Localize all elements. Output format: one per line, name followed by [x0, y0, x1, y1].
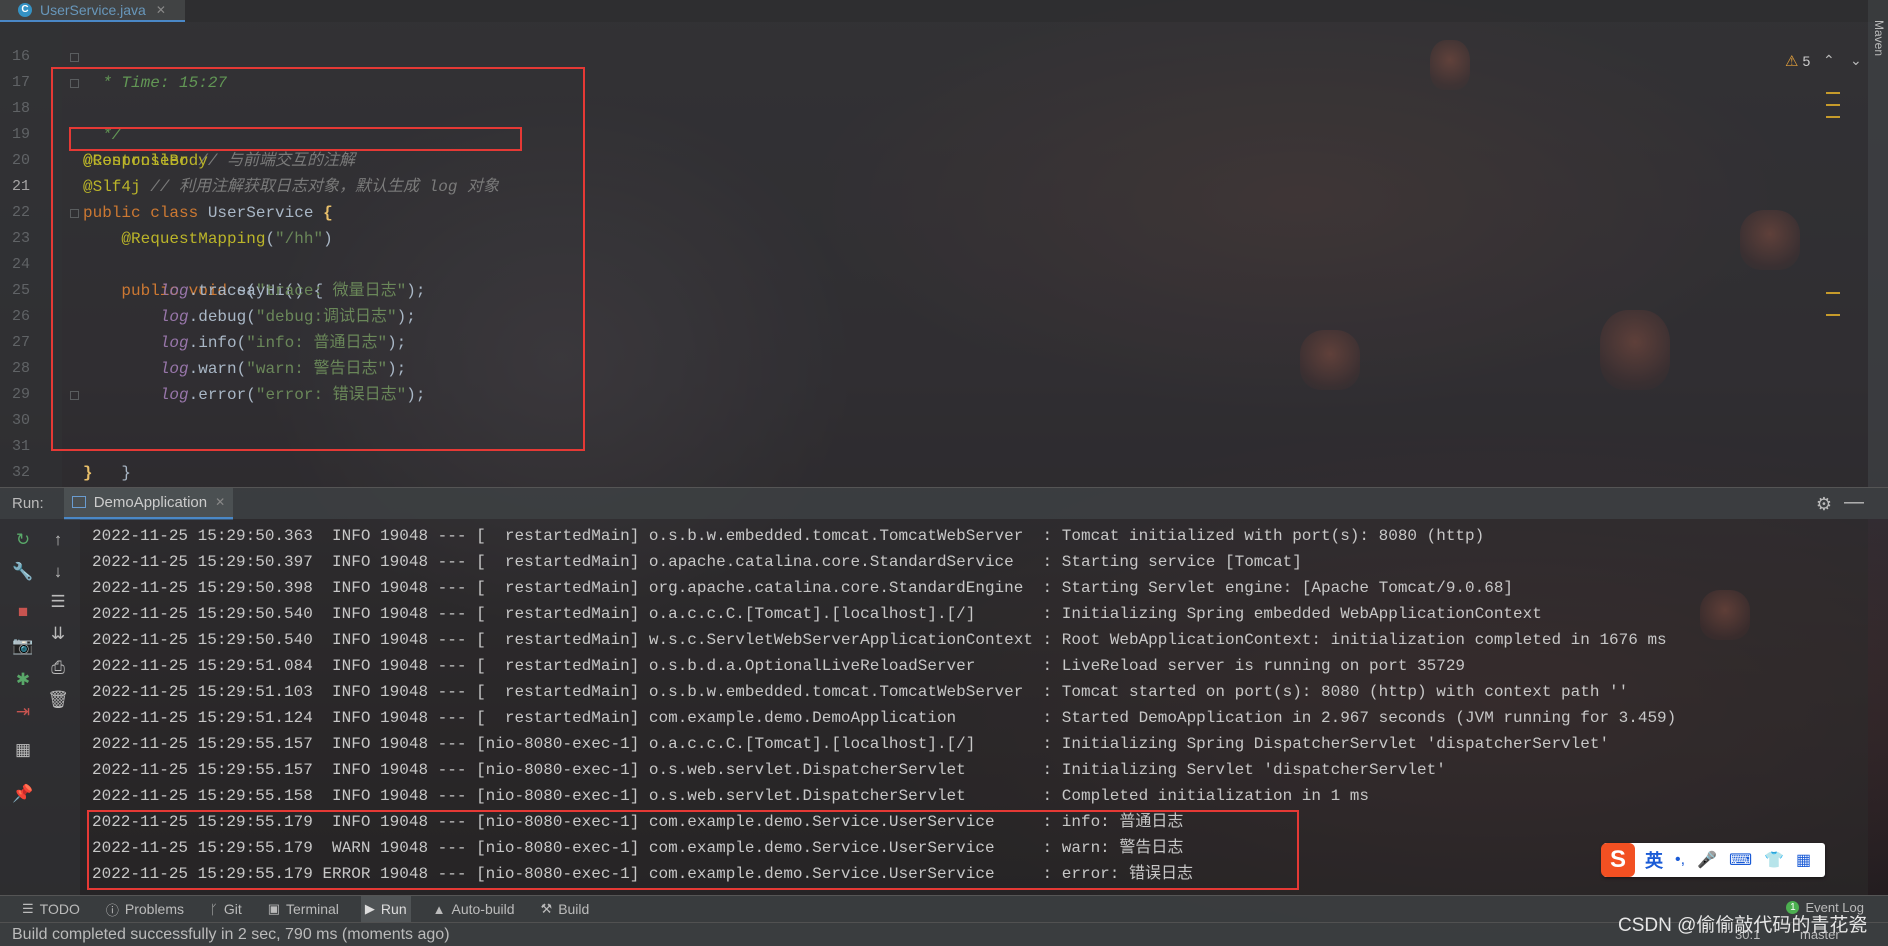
editor-tab-label: UserService.java [40, 2, 146, 18]
highlight-box-log-output [87, 810, 1299, 890]
exit-icon[interactable]: ⇥ [12, 701, 34, 723]
tool-label: Build [558, 901, 590, 917]
scroll-marker[interactable] [1826, 314, 1840, 316]
console-line: 2022-11-25 15:29:50.540 INFO 19048 --- [… [92, 631, 1667, 649]
stop-icon[interactable]: ■ [12, 601, 34, 623]
warning-icon: ▲ [432, 901, 446, 917]
scroll-to-end-icon[interactable]: ⇊ [47, 623, 69, 645]
highlight-box-class [51, 67, 585, 451]
close-icon[interactable]: ✕ [156, 3, 166, 17]
scroll-marker[interactable] [1826, 116, 1840, 118]
maven-tool-button[interactable]: Maven [1872, 20, 1886, 56]
scroll-marker[interactable] [1826, 92, 1840, 94]
console-line: 2022-11-25 15:29:51.124 INFO 19048 --- [… [92, 709, 1677, 727]
tool-window-strip: ☰ TODO ⓘ Problems ᚴ Git ▣ Terminal ▶ Run ▲ Aut… [0, 895, 1888, 923]
console-line: 2022-11-25 15:29:51.084 INFO 19048 --- [… [92, 657, 1466, 675]
warning-count: 5 [1802, 53, 1811, 69]
grid-icon[interactable]: ▦ [1796, 850, 1811, 870]
tool-todo[interactable]: ☰ TODO [18, 896, 84, 923]
run-console[interactable]: 2022-11-25 15:29:50.363 INFO 19048 --- [… [80, 519, 1868, 895]
tool-build[interactable]: ⚒ Build [537, 896, 594, 923]
tool-label: Terminal [286, 901, 339, 917]
brace: } [121, 464, 132, 482]
status-bar: Build completed successfully in 2 sec, 7… [0, 922, 1888, 946]
branch-icon: ᚴ [210, 901, 218, 917]
tool-auto-build[interactable]: ▲ Auto-build [429, 896, 519, 923]
java-class-icon: C [18, 3, 32, 17]
line-number: 32 [11, 464, 30, 481]
tool-label: Problems [124, 901, 185, 917]
status-message[interactable]: Build completed successfully in 2 sec, 7… [12, 926, 450, 944]
info-icon: ⓘ [105, 902, 119, 918]
chevron-down-icon[interactable]: ⌄ [1850, 52, 1862, 69]
play-icon: ▶ [364, 901, 375, 916]
terminal-icon: ▣ [267, 901, 281, 916]
run-label: Run: [12, 495, 44, 512]
tool-label: Auto-build [451, 901, 515, 917]
run-tab-label: DemoApplication [93, 493, 208, 511]
brace: } [83, 464, 93, 482]
print-icon[interactable]: ⎙ [47, 657, 69, 679]
console-line: 2022-11-25 15:29:50.540 INFO 19048 --- [… [92, 605, 1542, 623]
scroll-marker[interactable] [1826, 104, 1840, 106]
console-line: 2022-11-25 15:29:55.158 INFO 19048 --- [… [92, 787, 1370, 805]
run-side-toolbar: ↻ ↑ 🔧 ↓ ☰ ■ ⇊ 📷 ⎙ ✱ 🗑 ⇥ ▦ 📌 [0, 519, 80, 895]
warning-icon: ⚠ [1785, 53, 1799, 70]
warning-indicator[interactable]: ⚠ 5 [1785, 52, 1810, 70]
tool-label: TODO [39, 901, 80, 917]
scroll-marker[interactable] [1826, 292, 1840, 294]
ime-toolbar[interactable]: S 英 •, 🎤 ⌨ 👕 ▦ [1601, 843, 1825, 877]
tool-problems[interactable]: ⓘ Problems [102, 896, 188, 923]
pin-icon[interactable]: 📌 [12, 783, 34, 805]
camera-icon[interactable]: 📷 [12, 635, 34, 657]
keyboard-icon[interactable]: ⌨ [1729, 850, 1752, 870]
tool-terminal[interactable]: ▣ Terminal [264, 896, 343, 923]
run-tab-demoapplication[interactable]: DemoApplication ✕ [63, 487, 234, 520]
run-tool-window-header: Run: DemoApplication ✕ ⚙ — [0, 487, 1888, 520]
gear-icon[interactable]: ⚙ [1816, 494, 1832, 515]
close-icon[interactable]: ✕ [215, 495, 225, 509]
console-line: 2022-11-25 15:29:50.363 INFO 19048 --- [… [92, 527, 1485, 545]
punctuation-icon[interactable]: •, [1675, 851, 1685, 869]
tool-run[interactable]: ▶ Run [360, 895, 411, 923]
application-icon [71, 496, 86, 508]
soft-wrap-icon[interactable]: ☰ [47, 591, 69, 613]
console-line: 2022-11-25 15:29:55.157 INFO 19048 --- [… [92, 761, 1446, 779]
ime-language-toggle[interactable]: 英 [1645, 847, 1663, 873]
wrench-icon[interactable]: 🔧 [12, 561, 34, 583]
fold-icon[interactable] [70, 53, 79, 62]
tool-label: Git [223, 901, 242, 917]
debug-icon[interactable]: ✱ [12, 669, 34, 691]
rerun-icon[interactable]: ↻ [12, 529, 34, 551]
ide-window: C UserService.java ✕ 16 * Time: 15:27 17… [0, 0, 1888, 946]
highlight-box-slf4j [69, 127, 522, 151]
chevron-up-icon[interactable]: ⌃ [1823, 52, 1835, 69]
right-tool-window-bar: Maven [1868, 0, 1888, 487]
tool-git[interactable]: ᚴ Git [206, 896, 246, 923]
hammer-icon: ⚒ [540, 901, 553, 916]
list-icon: ☰ [22, 901, 34, 916]
console-line: 2022-11-25 15:29:50.398 INFO 19048 --- [… [92, 579, 1514, 597]
microphone-icon[interactable]: 🎤 [1697, 850, 1717, 870]
console-line: 2022-11-25 15:29:51.103 INFO 19048 --- [… [92, 683, 1629, 701]
tool-label: Run [380, 901, 407, 917]
csdn-watermark: CSDN @偷偷敲代码的青花瓷 [1618, 915, 1868, 936]
console-line: 2022-11-25 15:29:50.397 INFO 19048 --- [… [92, 553, 1302, 571]
trash-icon[interactable]: 🗑 [47, 689, 69, 711]
console-line: 2022-11-25 15:29:55.157 INFO 19048 --- [… [92, 735, 1610, 753]
skin-icon[interactable]: 👕 [1764, 850, 1784, 870]
layout-icon[interactable]: ▦ [12, 739, 34, 761]
code-editor[interactable]: 16 * Time: 15:27 17 */ 18 @Controller //… [0, 22, 1868, 487]
code-line: 16 * Time: 15:27 [0, 18, 1868, 92]
arrow-down-icon[interactable]: ↓ [47, 561, 69, 583]
arrow-up-icon[interactable]: ↑ [47, 529, 69, 551]
hide-icon[interactable]: — [1844, 491, 1864, 514]
sogou-logo-icon[interactable]: S [1601, 843, 1635, 877]
